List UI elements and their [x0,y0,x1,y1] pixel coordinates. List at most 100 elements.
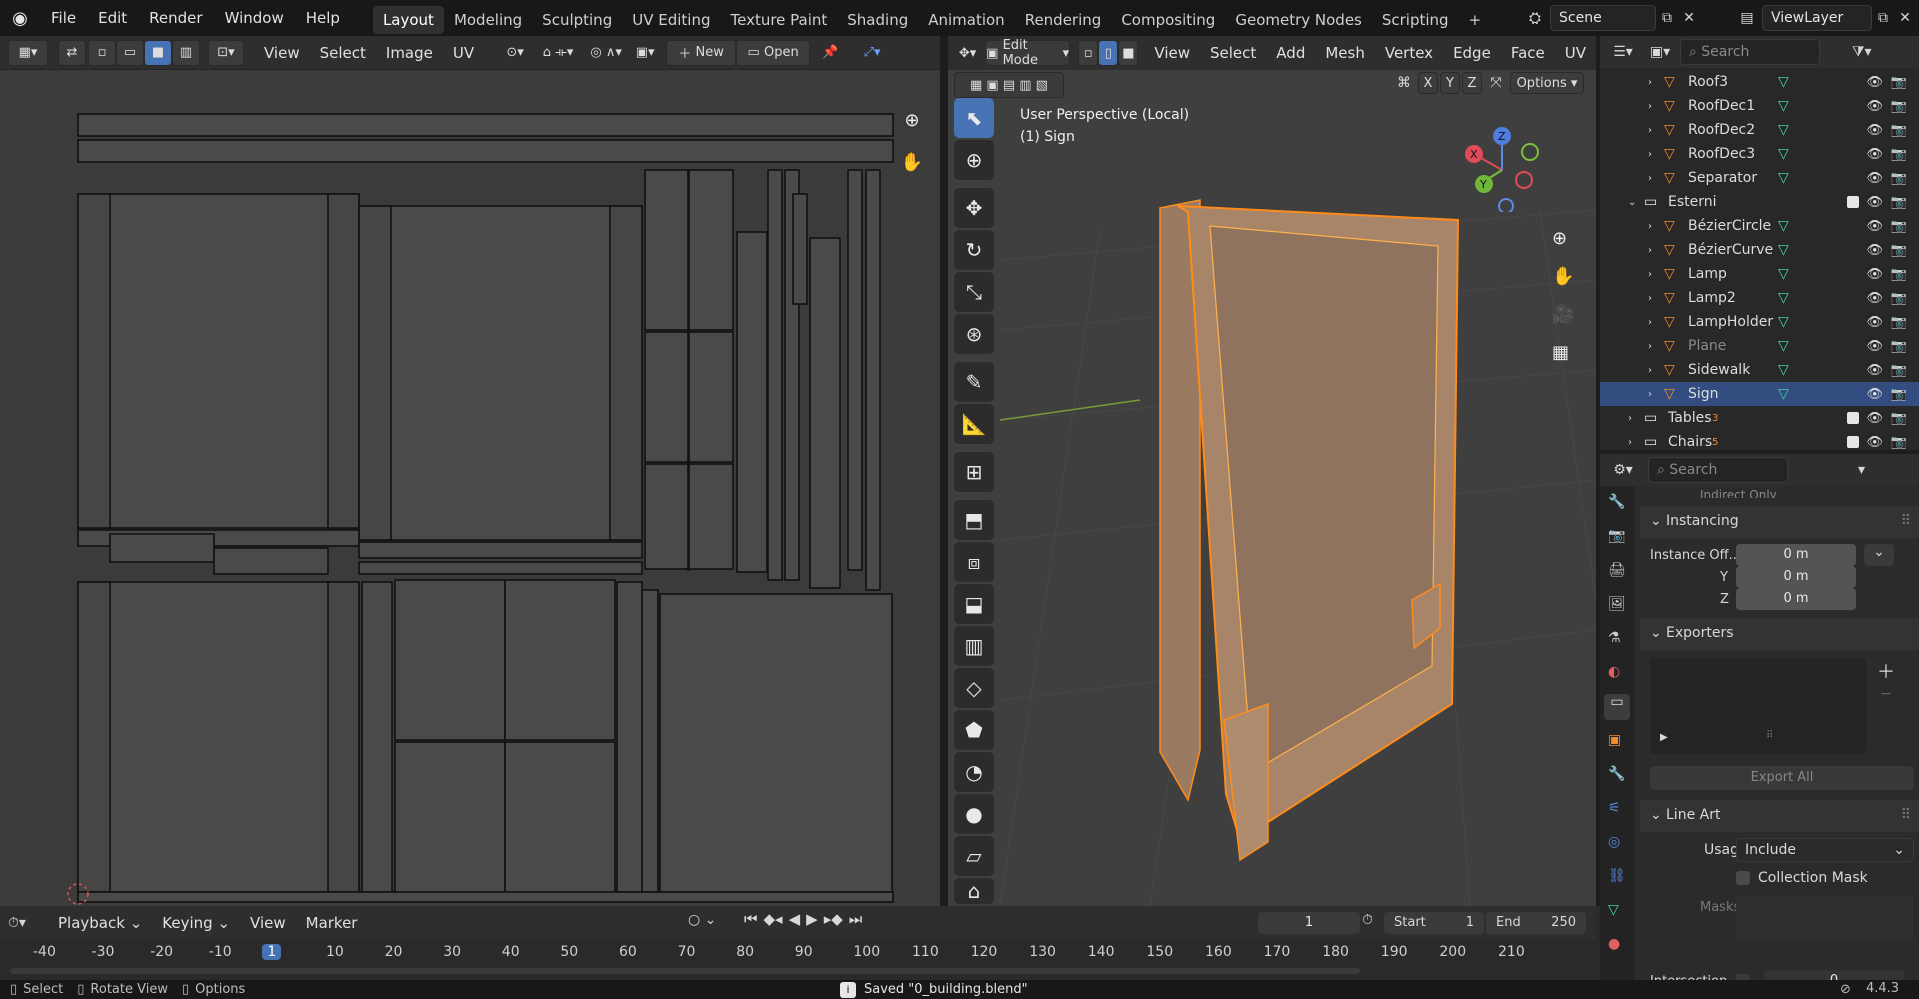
uv-menu-image[interactable]: Image [376,44,443,62]
add-exporter-icon[interactable]: ＋ [1874,658,1898,683]
menu-help[interactable]: Help [295,0,351,36]
vp-menu-mesh[interactable]: Mesh [1315,44,1375,62]
pin-icon[interactable]: 📌 [816,40,844,66]
properties-type-icon[interactable]: ⚙▾ [1606,462,1640,478]
instancing-panel-header[interactable]: ⌄ Instancing ⠿ [1640,506,1919,538]
outliner-item[interactable]: › ▽ BézierCircle ▽ 👁 📷 [1600,214,1919,238]
mesh-data-icon[interactable]: ▽ [1778,146,1789,162]
render-camera-icon[interactable]: 📷 [1891,267,1907,282]
chevron-right-icon[interactable]: › [1648,221,1652,232]
drag-handle-icon[interactable]: ⠿ [1901,807,1911,823]
keying-menu[interactable]: Keying ⌄ [152,914,240,932]
uv-island[interactable] [358,541,643,559]
tab-shading[interactable]: Shading [837,6,918,34]
outliner-item[interactable]: › ▽ Sidewalk ▽ 👁 📷 [1600,358,1919,382]
instance-offset-z-field[interactable]: 0 m [1736,588,1856,610]
visibility-eye-icon[interactable]: 👁 [1866,219,1883,234]
remove-exporter-icon[interactable]: − [1874,686,1898,710]
rotate-tool-icon[interactable]: ↻ [954,230,994,270]
chevron-right-icon[interactable]: › [1648,125,1652,136]
poly-build-tool-icon[interactable]: ⬟ [954,710,994,750]
move-tool-icon[interactable]: ✥ [954,188,994,228]
edge-select-icon[interactable]: ▭ [116,39,144,66]
menu-window[interactable]: Window [214,0,295,36]
visibility-eye-icon[interactable]: 👁 [1866,315,1883,330]
next-keyframe-icon[interactable]: ▸◆ [824,910,843,928]
auto-keying-icon[interactable]: ○ ⌄ [688,912,716,928]
uv-island[interactable] [792,193,808,305]
select-box-mode-icons[interactable]: ▦ ▣ ▤ ▥ ▧ [954,72,1064,98]
outliner-item[interactable]: ⌄ ▭ Esterni 👁 📷 [1600,190,1919,214]
offset-dropdown-icon[interactable]: ⌄ [1864,544,1894,566]
chevron-right-icon[interactable]: › [1648,149,1652,160]
outliner-item[interactable]: › ▽ Plane ▽ 👁 📷 [1600,334,1919,358]
vp-menu-add[interactable]: Add [1266,44,1315,62]
collection-checkbox[interactable] [1847,196,1859,208]
mesh-data-icon[interactable]: ▽ [1778,362,1789,378]
chevron-right-icon[interactable]: › [1648,389,1652,400]
scene-icon[interactable]: ⛭ [1520,9,1550,27]
tab-rendering[interactable]: Rendering [1015,6,1112,34]
editor-type-icon[interactable]: ▦▾ [8,39,48,66]
uv-island[interactable] [616,581,643,893]
timeline-view-menu[interactable]: View [240,914,296,932]
visibility-eye-icon[interactable]: 👁 [1866,99,1883,114]
constraints-tab-icon[interactable]: ⛓ [1608,868,1626,884]
mesh-data-icon[interactable]: ▽ [1778,242,1789,258]
mesh-data-icon[interactable]: ▽ [1778,386,1789,402]
vp-menu-edge[interactable]: Edge [1443,44,1501,62]
shrink-tool-icon[interactable]: ⌂ [954,878,994,904]
cursor-tool-icon[interactable]: ⊕ [954,140,994,180]
visibility-eye-icon[interactable]: 👁 [1866,267,1883,282]
particles-tab-icon[interactable]: ⚟ [1608,800,1621,816]
drag-handle-icon[interactable]: ⠿ [1901,513,1911,529]
spin-tool-icon[interactable]: ◔ [954,752,994,792]
chevron-right-icon[interactable]: › [1628,437,1632,448]
chevron-right-icon[interactable]: › [1648,173,1652,184]
render-tab-icon[interactable]: 📷 [1608,528,1625,544]
collection-mask-row[interactable]: Collection Mask [1736,870,1868,886]
outliner-item[interactable]: › ▽ LampHolder ▽ 👁 📷 [1600,310,1919,334]
uv-island[interactable] [504,579,616,741]
tab-texture-paint[interactable]: Texture Paint [720,6,837,34]
uv-island[interactable] [394,579,506,741]
mesh-data-icon[interactable]: ▽ [1778,122,1789,138]
measure-tool-icon[interactable]: 📐 [954,404,994,444]
chevron-right-icon[interactable]: › [1648,101,1652,112]
visibility-eye-icon[interactable]: 👁 [1866,411,1883,426]
prev-keyframe-icon[interactable]: ◆◂ [764,910,783,928]
uv-menu-select[interactable]: Select [310,44,376,62]
uv-island[interactable] [767,169,783,581]
playback-menu[interactable]: Playback ⌄ [48,914,152,932]
visibility-eye-icon[interactable]: 👁 [1866,195,1883,210]
uv-island[interactable] [77,581,360,893]
mesh-data-icon[interactable]: ▽ [1778,314,1789,330]
usage-dropdown[interactable]: Include ⌄ [1736,838,1914,862]
visibility-eye-icon[interactable]: 👁 [1866,243,1883,258]
knife-tool-icon[interactable]: ◇ [954,668,994,708]
outliner-item[interactable]: › ▽ BézierCurve ▽ 👁 📷 [1600,238,1919,262]
play-reverse-icon[interactable]: ◀ [789,910,801,928]
render-camera-icon[interactable]: 📷 [1891,291,1907,306]
sign-front-leg-left[interactable] [1223,702,1269,862]
tool-tab-icon[interactable]: 🔧 [1608,494,1625,510]
scene-tab-icon[interactable]: ⚗ [1608,630,1621,646]
collection-tab-icon[interactable]: ▭ [1604,694,1630,720]
sticky-select-icon[interactable]: ⊡▾ [208,39,244,66]
expand-triangle-icon[interactable]: ▶ [1660,732,1668,743]
menu-render[interactable]: Render [138,0,213,36]
vp-menu-vertex[interactable]: Vertex [1375,44,1443,62]
collection-checkbox[interactable] [1847,436,1859,448]
vp-menu-select[interactable]: Select [1200,44,1266,62]
mesh-data-icon[interactable]: ▽ [1778,338,1789,354]
current-frame-field[interactable]: 1 [1258,912,1360,934]
physics-tab-icon[interactable]: ◎ [1608,834,1620,850]
visibility-eye-icon[interactable]: 👁 [1866,171,1883,186]
visibility-eye-icon[interactable]: 👁 [1866,363,1883,378]
uv-overlay-icon[interactable]: ⤢▾ [852,40,892,66]
proportional-edit-icon[interactable]: ◎ ∧▾ [584,40,628,66]
image-browse-icon[interactable]: ▣▾ [628,40,662,66]
pan-view-icon[interactable]: ✋ [1552,266,1574,287]
mirror-x-toggle[interactable]: X [1418,72,1438,94]
visibility-eye-icon[interactable]: 👁 [1866,435,1883,450]
